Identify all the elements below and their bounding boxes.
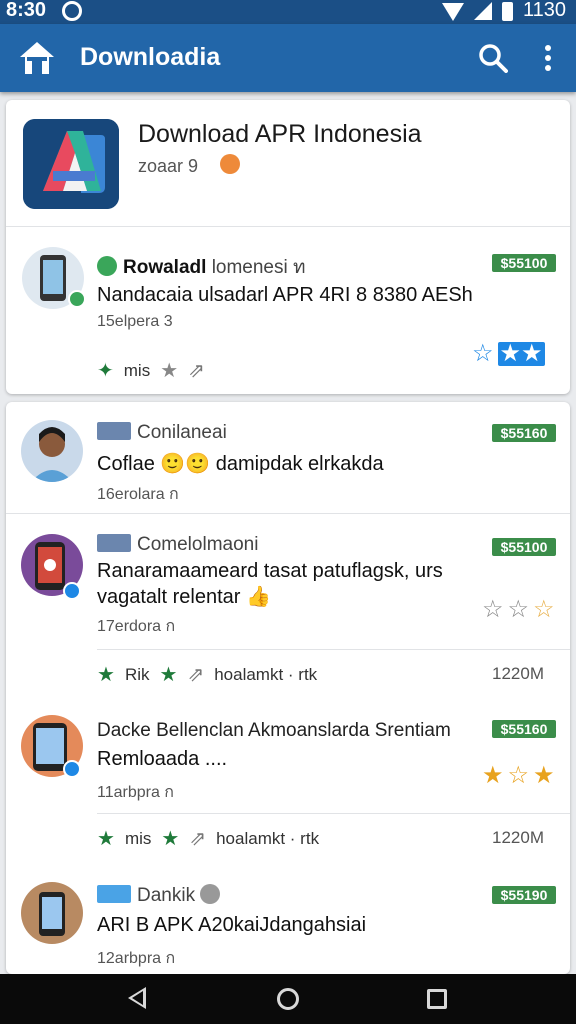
- star-icon[interactable]: ★: [160, 358, 178, 383]
- share-icon[interactable]: ⇗: [187, 662, 204, 687]
- list-item-headline[interactable]: Ranaramaameard tasat patuflagsk, urs: [97, 560, 443, 583]
- star-icon[interactable]: ✦: [97, 358, 114, 383]
- list-item-meta: 12arbpra ก: [97, 950, 176, 967]
- feed-card: Conilaneai $55160 Coflae 🙂🙂 damipdak elr…: [6, 402, 570, 974]
- price-badge[interactable]: $55100: [492, 254, 556, 272]
- divider: [6, 226, 570, 227]
- star-icon[interactable]: ★: [97, 826, 115, 851]
- list-item-headline-line2[interactable]: vagatalt relentar 👍: [97, 584, 271, 609]
- star-icon[interactable]: ★: [160, 662, 178, 687]
- app-header-card: Download APR Indonesia zoaar 9 Rowaladl …: [6, 100, 570, 394]
- status-time: 8:30: [6, 0, 47, 21]
- wifi-icon: [441, 2, 464, 21]
- divider: [6, 513, 570, 514]
- battery-icon: [501, 2, 513, 21]
- star-filled-icon: ★★: [497, 340, 545, 367]
- featured-actions: ✦ mis ★ ⇗: [97, 358, 205, 383]
- alarm-icon: [62, 1, 82, 21]
- divider: [97, 649, 570, 650]
- price-badge[interactable]: $55100: [492, 538, 556, 556]
- star-outline-icon: ☆: [507, 762, 530, 789]
- search-icon[interactable]: [478, 43, 508, 73]
- share-icon[interactable]: ⇗: [189, 826, 206, 851]
- price-badge[interactable]: $55160: [492, 720, 556, 738]
- star-filled-icon: ★: [533, 762, 555, 789]
- app-bar: Downloadia: [0, 24, 576, 92]
- signal-icon: [473, 2, 492, 20]
- app-logo-icon[interactable]: [23, 119, 119, 209]
- list-item-author: Comelolmaoni: [97, 534, 258, 556]
- tag-icon: [97, 422, 131, 440]
- system-nav-bar: [0, 974, 576, 1024]
- avatar[interactable]: [21, 882, 83, 944]
- featured-headline[interactable]: Nandacaia ulsadarl APR 4RI 8 8380 AESh: [97, 284, 473, 307]
- back-icon[interactable]: [128, 987, 146, 1009]
- star-filled-icon: ★: [482, 762, 504, 789]
- star-outline-icon: ☆: [472, 340, 494, 367]
- list-item-meta: 11arbpra ก: [97, 784, 174, 801]
- star-icon[interactable]: ★: [161, 826, 179, 851]
- twitter-icon: [97, 885, 131, 903]
- featured-author-suffix: lomenesi ท: [211, 257, 306, 278]
- price-badge[interactable]: $55190: [492, 886, 556, 904]
- list-item-author: Dankik: [97, 884, 221, 907]
- verified-badge-icon: [68, 290, 86, 308]
- page-title: Downloadia: [80, 43, 221, 71]
- rating-stars[interactable]: ☆ ☆ ☆: [482, 598, 555, 622]
- avatar[interactable]: [21, 420, 83, 482]
- home-button-icon[interactable]: [277, 988, 299, 1010]
- featured-author: Rowaladl lomenesi ท: [97, 252, 306, 282]
- list-item-headline[interactable]: ARI B APK A20kaiJdangahsiai: [97, 914, 366, 937]
- action-label[interactable]: mis: [124, 361, 150, 381]
- file-size: 1220M: [492, 828, 544, 847]
- star-outline-icon: ☆: [482, 596, 504, 623]
- star-outline-icon: ☆: [507, 596, 530, 623]
- tag-icon: [97, 534, 131, 552]
- status-battery-text: 1130: [522, 0, 566, 21]
- list-item-author-name: Comelolmaoni: [137, 534, 259, 555]
- list-item-author: Dacke Bellenclan Akmoanslarda Srentiam: [97, 720, 451, 741]
- recents-icon[interactable]: [427, 989, 447, 1009]
- list-item-headline[interactable]: Coflae 🙂🙂 damipdak elrkakda: [97, 451, 384, 476]
- list-item-actions: ★ mis ★ ⇗ hoalamkt · rtk: [97, 826, 319, 851]
- home-icon[interactable]: [18, 40, 56, 76]
- divider: [97, 813, 570, 814]
- file-size: 1220M: [492, 664, 544, 683]
- list-item-actions: ★ Rik ★ ⇗ hoalamkt · rtk: [97, 662, 317, 687]
- share-icon[interactable]: ⇗: [188, 358, 205, 383]
- status-bar: 8:30 1130: [0, 0, 576, 24]
- action-label[interactable]: Rik: [125, 665, 150, 685]
- list-item-headline[interactable]: Remloaada ....: [97, 748, 227, 771]
- verified-icon: [200, 884, 221, 904]
- featured-meta: 15elpera 3: [97, 313, 173, 330]
- list-item-author-name: Conilaneai: [137, 422, 227, 443]
- app-title: Download APR Indonesia: [138, 120, 422, 148]
- verified-badge-icon: [63, 760, 81, 778]
- price-badge[interactable]: $55160: [492, 424, 556, 442]
- star-outline-icon: ☆: [533, 596, 555, 623]
- list-item-meta: 17erdora ก: [97, 618, 176, 635]
- list-item-meta: 16erolara ก: [97, 486, 179, 503]
- verified-badge-icon: [63, 582, 81, 600]
- rating-stars[interactable]: ★ ☆ ★: [482, 764, 555, 788]
- action-label[interactable]: mis: [125, 829, 151, 849]
- action-text[interactable]: hoalamkt · rtk: [214, 665, 317, 685]
- star-icon[interactable]: ★: [97, 662, 115, 687]
- action-text[interactable]: hoalamkt · rtk: [216, 829, 319, 849]
- app-subtitle: zoaar 9: [138, 156, 199, 176]
- shield-badge-icon: [220, 154, 240, 174]
- list-item-author: Conilaneai: [97, 422, 227, 444]
- list-item-author-name: Dankik: [137, 885, 196, 906]
- more-vert-icon[interactable]: [536, 44, 560, 72]
- featured-author-name: Rowaladl: [123, 257, 207, 278]
- check-icon: [97, 256, 117, 276]
- rating-stars[interactable]: ☆ ★★: [472, 342, 545, 366]
